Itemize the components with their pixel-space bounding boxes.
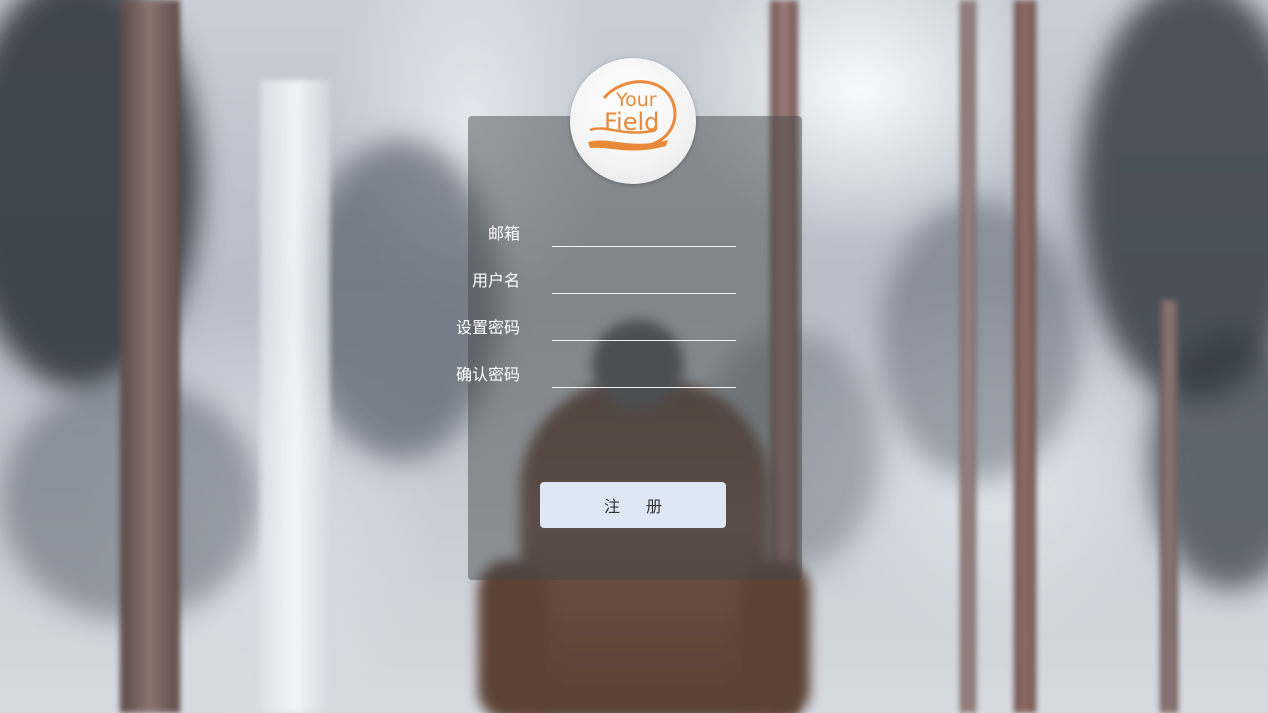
password-label: 设置密码 [455, 318, 520, 337]
password-row: 设置密码 [456, 313, 740, 343]
tree-trunk [960, 0, 976, 713]
tree-trunk [260, 80, 330, 713]
tree-trunk [120, 0, 180, 713]
person-arm [740, 560, 810, 713]
confirm-password-row: 确认密码 [456, 360, 740, 390]
yourfield-logo: Your Field [570, 58, 696, 184]
email-row: 邮箱 [480, 219, 740, 249]
logo-mark-icon: Your Field [588, 80, 677, 151]
username-label: 用户名 [471, 271, 520, 290]
register-button[interactable]: 注册 [540, 482, 726, 528]
confirm-password-field[interactable] [552, 362, 736, 388]
tree-trunk [1160, 300, 1178, 713]
logo-text-field: Field [604, 108, 659, 136]
password-field[interactable] [552, 315, 736, 341]
username-row: 用户名 [472, 266, 740, 296]
username-field[interactable] [552, 268, 736, 294]
email-field[interactable] [552, 221, 736, 247]
confirm-password-label: 确认密码 [455, 365, 520, 384]
tree-trunk [1014, 0, 1036, 713]
tree-foliage [880, 200, 1080, 480]
email-label: 邮箱 [487, 224, 520, 243]
person-arm [478, 560, 548, 713]
